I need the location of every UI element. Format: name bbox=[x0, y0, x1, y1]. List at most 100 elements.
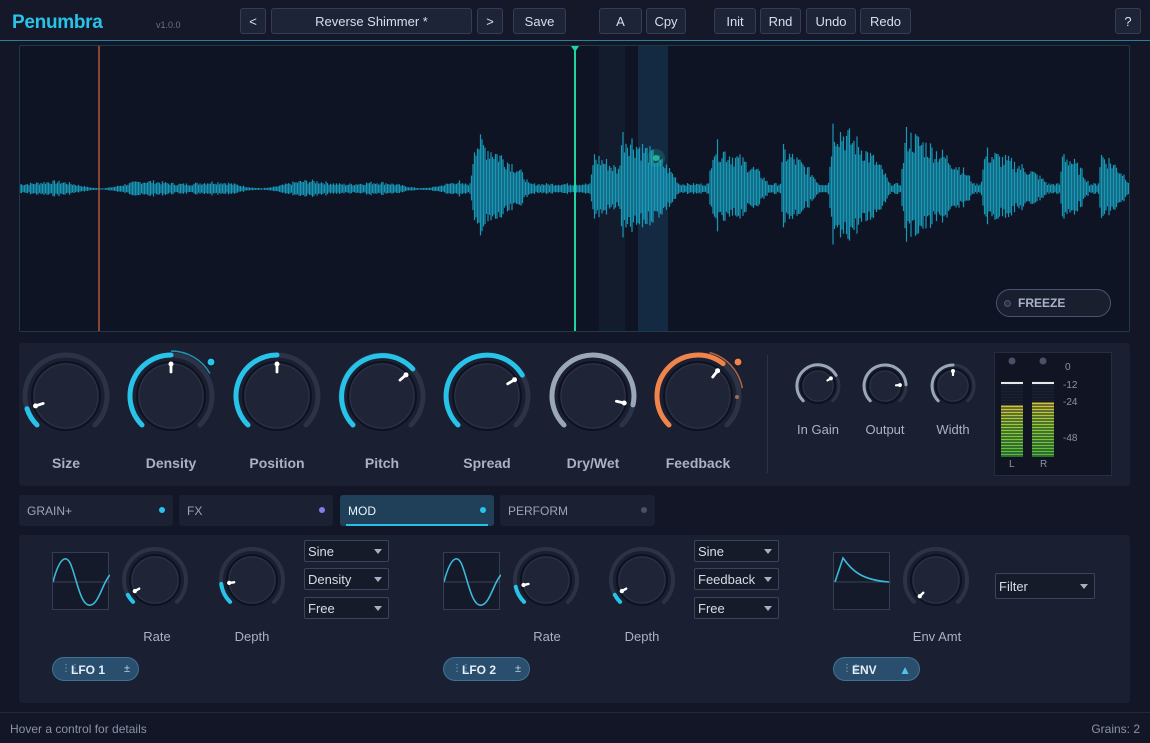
waveform-display[interactable]: FREEZE bbox=[19, 45, 1130, 332]
knob-density[interactable] bbox=[127, 352, 215, 431]
macro-panel: Size Density Position Pitch Spread Dry/W… bbox=[19, 343, 1130, 486]
knob-label-feedback: Feedback bbox=[665, 455, 731, 471]
select-value: Free bbox=[308, 600, 335, 616]
tab-label: PERFORM bbox=[508, 503, 568, 518]
chevron-down-icon bbox=[374, 549, 382, 554]
plus-minus-icon[interactable]: ± bbox=[515, 663, 521, 675]
meter-label-right: R bbox=[1040, 459, 1048, 470]
mod-panel: Rate Depth Sine Density Free ⋮⋮ LFO 1 ± … bbox=[19, 535, 1130, 703]
knob-label-width: Width bbox=[936, 422, 970, 437]
knob-label-size: Size bbox=[51, 455, 80, 471]
tab-grain-plus[interactable]: GRAIN+ bbox=[19, 495, 173, 526]
lfo1-shape-preview bbox=[52, 552, 111, 610]
chevron-down-icon bbox=[764, 577, 772, 582]
preset-name-display[interactable]: Reverse Shimmer * bbox=[271, 8, 472, 34]
env-amount-knob[interactable] bbox=[903, 546, 969, 606]
status-bar: Hover a control for details Grains: 2 bbox=[0, 712, 1150, 743]
knob-feedback[interactable] bbox=[654, 352, 742, 431]
panel-divider bbox=[767, 355, 768, 473]
help-button[interactable]: ? bbox=[1115, 8, 1141, 34]
knob-drywet[interactable] bbox=[549, 352, 637, 431]
knob-position[interactable] bbox=[233, 352, 321, 431]
ab-copy-button[interactable]: Cpy bbox=[646, 8, 686, 34]
knob-label-density: Density bbox=[145, 455, 197, 471]
lfo2-shape-select[interactable]: Sine bbox=[694, 540, 779, 562]
tab-indicator-dot bbox=[641, 507, 647, 513]
random-button[interactable]: Rnd bbox=[760, 8, 801, 34]
lfo2-sync-select[interactable]: Free bbox=[694, 597, 779, 619]
freeze-led bbox=[1004, 300, 1011, 307]
lfo1-depth-knob[interactable] bbox=[219, 546, 285, 606]
pill-label: LFO 2 bbox=[462, 663, 497, 677]
knob-label-position: Position bbox=[249, 455, 305, 471]
select-value: Density bbox=[308, 571, 352, 587]
pill-label: ENV bbox=[852, 663, 877, 677]
tab-label: FX bbox=[187, 503, 203, 518]
knob-label-drywet: Dry/Wet bbox=[566, 455, 620, 471]
chevron-down-icon bbox=[764, 606, 772, 611]
triangle-up-icon[interactable]: ▲ bbox=[899, 663, 911, 677]
knob-spread[interactable] bbox=[443, 352, 531, 431]
preset-prev-button[interactable]: < bbox=[240, 8, 266, 34]
lfo1-sync-select[interactable]: Free bbox=[304, 597, 389, 619]
knob-output[interactable] bbox=[862, 363, 908, 404]
redo-button[interactable]: Redo bbox=[860, 8, 911, 34]
env-shape-preview bbox=[833, 552, 891, 610]
lfo2-shape-preview bbox=[443, 552, 502, 610]
knob-size[interactable] bbox=[22, 352, 110, 431]
save-button[interactable]: Save bbox=[513, 8, 566, 34]
grain-count: Grains: 2 bbox=[1091, 722, 1140, 736]
tab-perform[interactable]: PERFORM bbox=[500, 495, 655, 526]
playhead-handle[interactable] bbox=[571, 46, 579, 52]
status-hint: Hover a control for details bbox=[10, 722, 147, 736]
lfo2-source-pill[interactable]: ⋮⋮ LFO 2 ± bbox=[443, 657, 530, 681]
select-value: Feedback bbox=[698, 571, 756, 587]
meter-bar-right bbox=[1032, 381, 1054, 457]
env-source-pill[interactable]: ⋮⋮ ENV ▲ bbox=[833, 657, 920, 681]
chevron-down-icon bbox=[1080, 584, 1088, 589]
preset-next-button[interactable]: > bbox=[477, 8, 503, 34]
chevron-down-icon bbox=[374, 577, 382, 582]
knob-label-pitch: Pitch bbox=[364, 455, 400, 471]
mod-knobs bbox=[122, 546, 969, 606]
lfo2-rate-label: Rate bbox=[533, 629, 561, 644]
knob-pitch[interactable] bbox=[338, 352, 426, 431]
grain-dot bbox=[653, 155, 659, 161]
select-value: Sine bbox=[308, 543, 335, 559]
tab-fx[interactable]: FX bbox=[179, 495, 333, 526]
knob-in-gain[interactable] bbox=[795, 363, 841, 404]
lfo2-depth-label: Depth bbox=[624, 629, 660, 644]
init-button[interactable]: Init bbox=[714, 8, 756, 34]
knob-label-spread: Spread bbox=[463, 455, 511, 471]
meter-label-left: L bbox=[1009, 459, 1015, 470]
freeze-button[interactable]: FREEZE bbox=[996, 289, 1111, 317]
meter-bar-left bbox=[1001, 381, 1023, 457]
meter-tick-12: -12 bbox=[1063, 380, 1078, 391]
tab-indicator-dot bbox=[480, 507, 486, 513]
lfo2-depth-knob[interactable] bbox=[609, 546, 675, 606]
lfo2-rate-knob[interactable] bbox=[513, 546, 579, 606]
lfo1-source-pill[interactable]: ⋮⋮ LFO 1 ± bbox=[52, 657, 139, 681]
lfo1-rate-knob[interactable] bbox=[122, 546, 188, 606]
tab-indicator-dot bbox=[319, 507, 325, 513]
meter-tick-0: 0 bbox=[1065, 362, 1071, 373]
select-value: Sine bbox=[698, 543, 725, 559]
env-target-select[interactable]: Filter bbox=[995, 573, 1095, 599]
lfo1-rate-label: Rate bbox=[143, 629, 171, 644]
header-bar: Penumbra v1.0.0 < Reverse Shimmer * > Sa… bbox=[0, 0, 1150, 41]
tab-indicator-dot bbox=[159, 507, 165, 513]
pill-label: LFO 1 bbox=[71, 663, 106, 677]
knob-width[interactable] bbox=[930, 363, 976, 404]
level-meter: 0 -12 -24 -48 L R bbox=[994, 352, 1112, 476]
lfo1-shape-select[interactable]: Sine bbox=[304, 540, 389, 562]
tab-mod[interactable]: MOD bbox=[340, 495, 494, 526]
undo-button[interactable]: Undo bbox=[806, 8, 856, 34]
plus-minus-icon[interactable]: ± bbox=[124, 663, 130, 675]
lfo2-target-select[interactable]: Feedback bbox=[694, 568, 779, 590]
lfo1-target-select[interactable]: Density bbox=[304, 568, 389, 590]
select-value: Free bbox=[698, 600, 725, 616]
waveform-canvas[interactable] bbox=[20, 46, 1130, 332]
app-version: v1.0.0 bbox=[156, 20, 181, 30]
ab-a-button[interactable]: A bbox=[599, 8, 642, 34]
chevron-down-icon bbox=[374, 606, 382, 611]
